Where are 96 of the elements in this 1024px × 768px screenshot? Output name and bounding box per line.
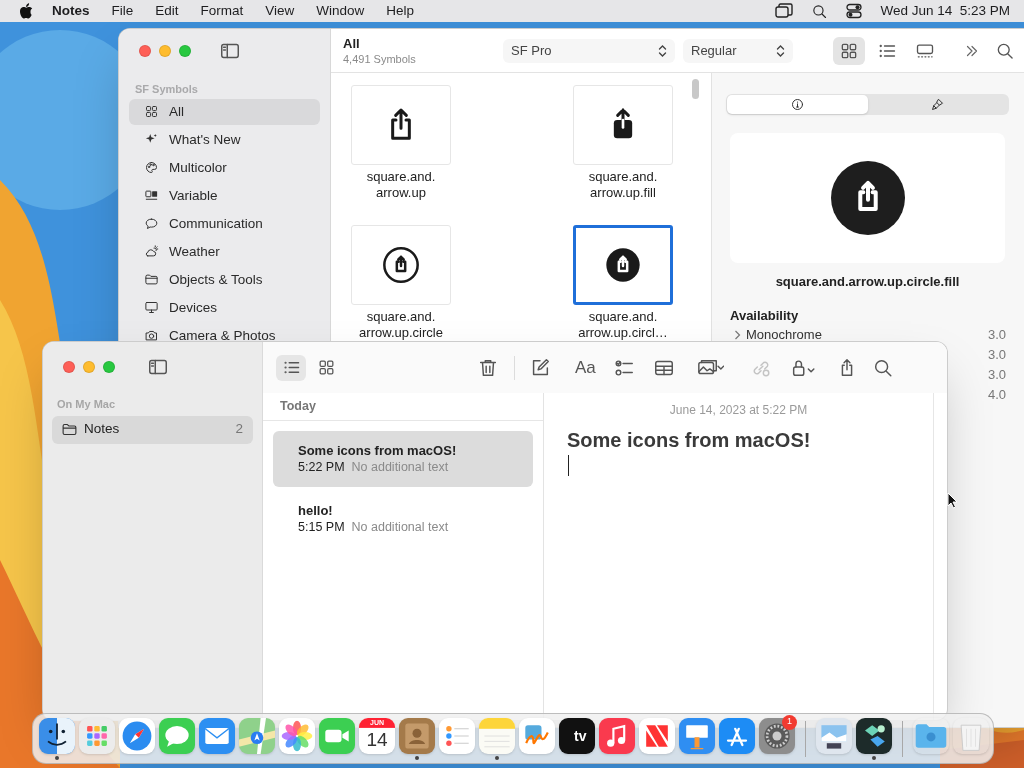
calendar-day: 14 bbox=[359, 728, 395, 751]
popup-button[interactable]: SF Pro bbox=[503, 38, 675, 63]
item-count: 2 bbox=[235, 420, 243, 439]
sidebar-item[interactable]: Objects & Tools bbox=[129, 272, 320, 287]
puzzle-icon[interactable] bbox=[856, 717, 892, 754]
sidebar-item[interactable]: Variable bbox=[129, 188, 320, 203]
book-icon[interactable] bbox=[399, 717, 435, 754]
camera-icon bbox=[144, 328, 159, 343]
sidebar-item[interactable]: What's New bbox=[129, 132, 320, 147]
note-row[interactable]: Some icons from macOS! 5:22 PM No additional text bbox=[273, 431, 533, 487]
checklist-icon[interactable] bbox=[439, 717, 475, 754]
info-icon bbox=[789, 97, 805, 112]
face-icon[interactable] bbox=[39, 717, 75, 754]
menu-item[interactable]: Edit bbox=[155, 0, 179, 22]
note-heading: Some icons from macOS! bbox=[567, 428, 812, 453]
tv-icon[interactable]: tv bbox=[559, 717, 595, 754]
map-icon[interactable] bbox=[239, 717, 275, 754]
close-button[interactable] bbox=[139, 45, 151, 57]
symbol-name: square.and. arrow.up.circle bbox=[359, 309, 443, 341]
search-icon[interactable] bbox=[811, 2, 829, 20]
note-title: Some icons from macOS! bbox=[298, 443, 458, 459]
version-number: 3.0 bbox=[987, 348, 1006, 362]
list-header: Today bbox=[263, 393, 543, 421]
symbol-name: square.and. arrow.up bbox=[366, 169, 436, 201]
scrollbar-thumb[interactable] bbox=[692, 79, 699, 99]
note-time: 5:15 PM bbox=[298, 519, 345, 535]
version-number: 4.0 bbox=[987, 388, 1006, 402]
paintbrush-icon bbox=[930, 97, 946, 112]
symbol-title: square.and.arrow.up.circle.fill bbox=[774, 273, 961, 291]
symbol-name: square.and. arrow.up.fill bbox=[588, 169, 658, 201]
speech-bubble-icon bbox=[144, 216, 159, 231]
menu-item[interactable]: Format bbox=[200, 0, 244, 22]
window-title: All bbox=[343, 35, 361, 52]
menu-item[interactable]: View bbox=[265, 0, 295, 22]
apple-icon[interactable] bbox=[19, 3, 33, 19]
section-header: On My Mac bbox=[56, 397, 117, 412]
share-icon bbox=[603, 245, 643, 285]
sliders-icon bbox=[144, 188, 159, 203]
folder-icon bbox=[61, 421, 78, 438]
format-button[interactable]: Aa bbox=[575, 354, 596, 381]
notification-badge: 1 bbox=[782, 714, 797, 730]
icon-label: tv bbox=[574, 727, 587, 744]
sidebar-item[interactable]: Camera & Photos bbox=[129, 328, 320, 343]
podium-icon[interactable] bbox=[679, 717, 715, 754]
sidebar-item[interactable]: All bbox=[129, 98, 320, 125]
share-icon bbox=[830, 161, 905, 235]
sidebar-item[interactable]: Notes 2 bbox=[52, 415, 253, 444]
share-icon bbox=[381, 245, 421, 285]
sidebar-item[interactable]: Communication bbox=[129, 216, 320, 231]
envelope-icon[interactable] bbox=[199, 717, 235, 754]
row-label: Monochrome bbox=[746, 328, 822, 342]
clock[interactable]: Wed Jun 14 5:23 PM bbox=[880, 0, 1010, 22]
palette-icon bbox=[144, 160, 159, 175]
symbol-tile[interactable] bbox=[573, 225, 673, 305]
folder-name: Notes bbox=[84, 420, 120, 439]
control-center-icon[interactable] bbox=[846, 3, 863, 19]
section-header: SF Symbols bbox=[134, 82, 199, 97]
up-down-chevron-icon bbox=[776, 43, 785, 58]
note-time: 5:22 PM bbox=[298, 459, 345, 475]
sidebar-item[interactable]: Weather bbox=[129, 244, 320, 259]
menu-item[interactable]: File bbox=[111, 0, 134, 22]
note-title: hello! bbox=[298, 503, 334, 519]
squiggle-icon[interactable] bbox=[519, 717, 555, 754]
view-button[interactable] bbox=[276, 354, 306, 381]
view-button[interactable] bbox=[833, 36, 865, 65]
window-subtitle: 4,491 Symbols bbox=[343, 51, 417, 66]
popup-button[interactable]: Regular bbox=[683, 38, 793, 63]
note-preview: No additional text bbox=[351, 459, 449, 475]
compass-icon[interactable] bbox=[119, 717, 155, 754]
gear-icon[interactable] bbox=[759, 717, 795, 754]
version-number: 3.0 bbox=[987, 368, 1006, 382]
window-icon[interactable] bbox=[775, 3, 794, 19]
photo-icon[interactable] bbox=[816, 717, 852, 754]
close-button[interactable] bbox=[63, 361, 75, 373]
menu-item[interactable]: Window bbox=[316, 0, 365, 22]
up-down-chevron-icon bbox=[658, 43, 667, 58]
newspaper-icon[interactable] bbox=[639, 717, 675, 754]
menu-item[interactable]: Help bbox=[386, 0, 415, 22]
pencil-a-icon[interactable] bbox=[719, 717, 755, 754]
chevron-icon[interactable] bbox=[734, 330, 741, 340]
sidebar-item[interactable]: Devices bbox=[129, 300, 320, 315]
grid-icon bbox=[144, 104, 159, 119]
sidebar-item[interactable]: Multicolor bbox=[129, 160, 320, 175]
symbol-name: square.and. arrow.up.circl… bbox=[578, 309, 668, 341]
text-cursor bbox=[568, 455, 569, 476]
version-number: 3.0 bbox=[987, 328, 1006, 342]
note-date: June 14, 2023 at 5:22 PM bbox=[668, 402, 809, 419]
note-preview: No additional text bbox=[351, 519, 449, 535]
cloud-sun-icon bbox=[144, 244, 159, 259]
folder-icon bbox=[144, 272, 159, 287]
music-note-icon[interactable] bbox=[599, 717, 635, 754]
monitor-icon bbox=[144, 300, 159, 315]
note-row[interactable]: hello! 5:15 PM No additional text bbox=[273, 497, 533, 547]
section-title: Availability bbox=[730, 306, 800, 325]
flower-icon[interactable] bbox=[279, 717, 315, 754]
app-menu[interactable]: Notes bbox=[52, 0, 90, 22]
